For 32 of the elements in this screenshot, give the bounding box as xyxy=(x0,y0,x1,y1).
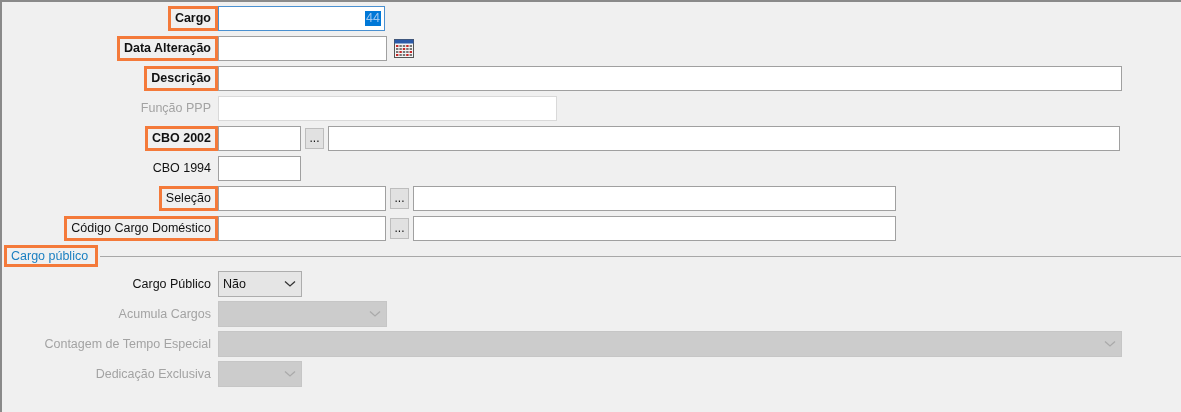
chevron-down-icon xyxy=(369,310,381,318)
field-label: CBO 2002 xyxy=(144,125,218,151)
field-value: 44 xyxy=(365,10,381,26)
description-field[interactable] xyxy=(413,215,896,241)
field-label: Dedicação Exclusiva xyxy=(94,365,212,383)
text-field[interactable] xyxy=(218,185,386,211)
field-label: Seleção xyxy=(158,185,218,211)
lookup-button[interactable]: ... xyxy=(305,127,324,149)
field-label: Descrição xyxy=(144,65,218,91)
text-field[interactable] xyxy=(218,215,386,241)
text-field[interactable] xyxy=(218,125,301,151)
text-field[interactable] xyxy=(218,35,387,61)
lookup-button[interactable]: ... xyxy=(390,187,409,209)
field-label: Data Alteração xyxy=(116,35,218,61)
field-label: Acumula Cargos xyxy=(117,305,212,323)
chevron-down-icon xyxy=(284,370,296,378)
calendar-icon[interactable] xyxy=(394,38,414,58)
field-label: Cargo xyxy=(167,5,218,31)
text-field[interactable] xyxy=(218,155,301,181)
description-field[interactable] xyxy=(328,125,1120,151)
field-label: Cargo Público xyxy=(131,275,212,293)
chevron-down-icon xyxy=(1104,340,1116,348)
description-field[interactable] xyxy=(413,185,896,211)
field-label: CBO 1994 xyxy=(151,159,212,177)
section-title: Cargo público xyxy=(4,245,99,267)
field-label: Código Cargo Doméstico xyxy=(64,215,218,241)
chevron-down-icon xyxy=(284,280,296,288)
field-label: Contagem de Tempo Especial xyxy=(43,335,212,353)
dropdown[interactable]: Não xyxy=(218,271,302,297)
lookup-button[interactable]: ... xyxy=(390,217,409,239)
field-label: Função PPP xyxy=(139,99,212,117)
text-field[interactable] xyxy=(218,65,1122,91)
